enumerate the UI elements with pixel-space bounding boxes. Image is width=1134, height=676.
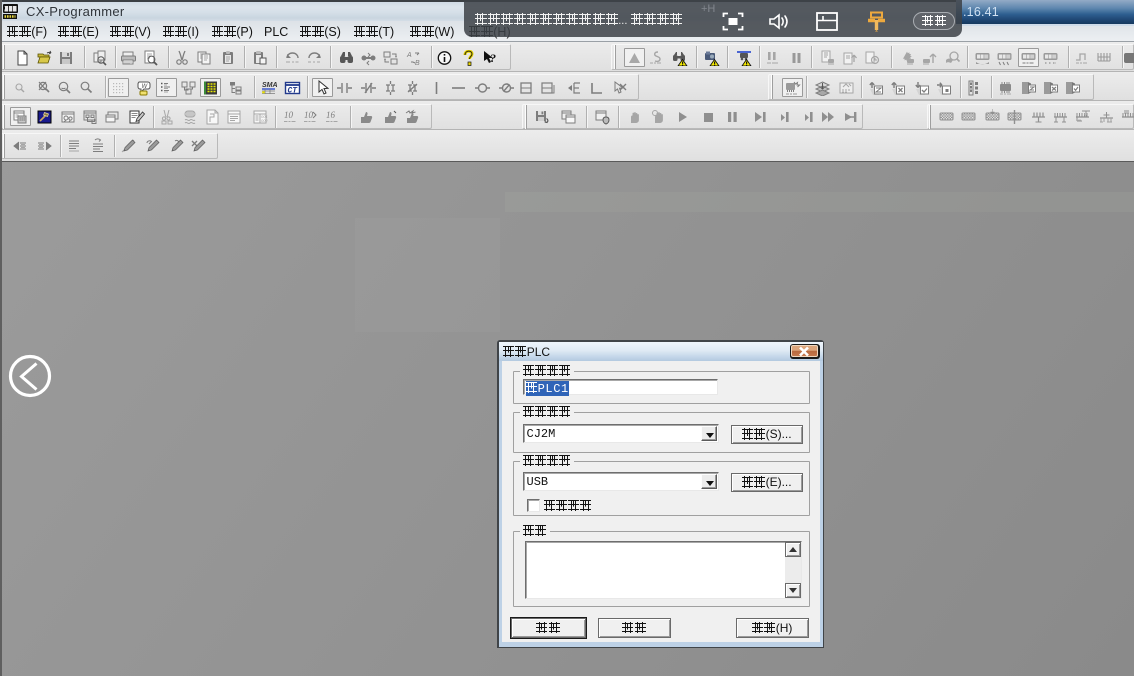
svg-text:16: 16	[326, 110, 336, 120]
svg-text:002: 002	[261, 118, 268, 123]
svg-text:B: B	[415, 60, 420, 66]
svg-text:10: 10	[284, 110, 294, 120]
svg-text:CT: CT	[288, 86, 299, 95]
svg-text:A: A	[406, 52, 412, 59]
svg-text:SMA: SMA	[262, 82, 277, 89]
svg-text:10: 10	[304, 110, 314, 120]
svg-text:?: ?	[490, 51, 496, 65]
